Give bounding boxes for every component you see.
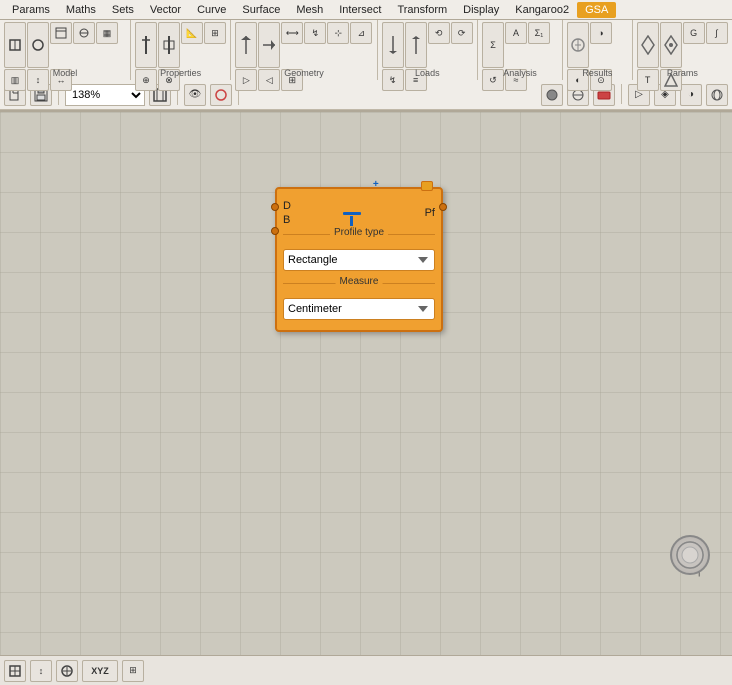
toolbar-btn-geom-6[interactable]: ⊿ [350, 22, 372, 44]
menu-sets[interactable]: Sets [104, 2, 142, 18]
menu-surface[interactable]: Surface [234, 2, 288, 18]
node-indicator [421, 181, 433, 191]
toolbar-btn-results-1[interactable] [567, 22, 589, 68]
status-btn-3[interactable] [56, 660, 78, 682]
toolbar-btn-model-3[interactable] [50, 22, 72, 44]
node-label-b: B [283, 214, 291, 226]
toolbar-btn-model-5[interactable]: ▦ [96, 22, 118, 44]
menu-params[interactable]: Params [4, 2, 58, 18]
node-label-d: D [283, 200, 291, 212]
toolbar-buttons-geometry: ⟷ ↯ ⊹ ⊿ ▷ ◁ ⊞ [235, 22, 372, 105]
toolbar-btn-model-2[interactable] [27, 22, 49, 68]
toolbar-btn-params-1[interactable] [637, 22, 659, 68]
measure-divider: Measure [283, 283, 435, 284]
statusbar: ↕ XYZ ⊞ [0, 655, 732, 685]
toolbar-btn-loads-4[interactable]: ⟳ [451, 22, 473, 44]
profile-type-divider: Profile type [283, 234, 435, 235]
menu-display[interactable]: Display [455, 2, 507, 18]
menubar: Params Maths Sets Vector Curve Surface M… [0, 0, 732, 20]
toolbar-btn-model-1[interactable] [4, 22, 26, 68]
navigator[interactable] [670, 535, 710, 575]
toolbar-label-loads: Loads [378, 68, 477, 78]
toolbar-btn-params-2[interactable] [660, 22, 682, 68]
toolbar-btn-geom-4[interactable]: ↯ [304, 22, 326, 44]
toolbar-group-model: ▦ ▥ ↕ ↔ Model [0, 20, 131, 80]
node-label-pf: Pf [425, 207, 435, 219]
toolbar-row: ▦ ▥ ↕ ↔ Model 📐 ⊞ ⊕ ⊗ Properties [0, 20, 732, 80]
conn-dot-b[interactable] [271, 227, 279, 235]
toolbar-btn-analysis-3[interactable]: Σ₁ [528, 22, 550, 44]
toolbar-group-params: G ∫ T Params [633, 20, 732, 80]
toolbar-buttons-results: ◑ ◐ ⊙ [567, 22, 628, 105]
toolbar-btn-props-2[interactable] [158, 22, 180, 68]
toolbar-label-geometry: Geometry [231, 68, 376, 78]
toolbar-btn-geom-5[interactable]: ⊹ [327, 22, 349, 44]
toolbar-buttons-model: ▦ ▥ ↕ ↔ [4, 22, 126, 105]
toolbar-btn-geom-3[interactable]: ⟷ [281, 22, 303, 44]
status-btn-2[interactable]: ↕ [30, 660, 52, 682]
toolbar-group-results: ◑ ◐ ⊙ Results [563, 20, 633, 80]
toolbar-group-properties: 📐 ⊞ ⊕ ⊗ Properties [131, 20, 231, 80]
toolbar-buttons-params: G ∫ T [637, 22, 728, 105]
status-btn-5[interactable]: ⊞ [122, 660, 144, 682]
toolbar-btn-props-3[interactable]: 📐 [181, 22, 203, 44]
menu-kangaroo2[interactable]: Kangaroo2 [507, 2, 577, 18]
toolbar-label-properties: Properties [131, 68, 230, 78]
toolbar-buttons-loads: ⟲ ⟳ ↯ ≡ [382, 22, 473, 105]
menu-curve[interactable]: Curve [189, 2, 234, 18]
toolbar-group-loads: ⟲ ⟳ ↯ ≡ Loads [378, 20, 478, 80]
profile-type-select[interactable]: Rectangle Circle I-Section T-Section Box [283, 249, 435, 271]
menu-mesh[interactable]: Mesh [288, 2, 331, 18]
toolbar-btn-results-2[interactable]: ◑ [590, 22, 612, 44]
toolbar-btn-props-1[interactable] [135, 22, 157, 68]
menu-transform[interactable]: Transform [389, 2, 455, 18]
measure-select[interactable]: Millimeter Centimeter Meter Inch Foot [283, 298, 435, 320]
node-left-connectors [271, 203, 279, 235]
toolbar-btn-geom-2[interactable] [258, 22, 280, 68]
toolbar-btn-props-4[interactable]: ⊞ [204, 22, 226, 44]
toolbar-group-geometry: ⟷ ↯ ⊹ ⊿ ▷ ◁ ⊞ Geometry [231, 20, 377, 80]
conn-dot-d[interactable] [271, 203, 279, 211]
status-btn-1[interactable] [4, 660, 26, 682]
toolbar-label-results: Results [563, 68, 632, 78]
toolbar-buttons-properties: 📐 ⊞ ⊕ ⊗ [135, 22, 226, 105]
toolbar-btn-analysis-1[interactable]: Σ [482, 22, 504, 68]
toolbar-btn-analysis-2[interactable]: A [505, 22, 527, 44]
toolbar-btn-params-4[interactable]: ∫ [706, 22, 728, 44]
toolbar-btn-loads-1[interactable] [382, 22, 404, 68]
toolbar-btn-loads-2[interactable] [405, 22, 427, 68]
status-btn-xyz[interactable]: XYZ [82, 660, 118, 682]
node-right-connectors [439, 203, 447, 211]
toolbar-btn-model-4[interactable] [73, 22, 95, 44]
toolbar-group-analysis: Σ A Σ₁ ↺ ≈ Analysis [478, 20, 563, 80]
toolbar-btn-params-3[interactable]: G [683, 22, 705, 44]
toolbar-area: ▦ ▥ ↕ ↔ Model 📐 ⊞ ⊕ ⊗ Properties [0, 20, 732, 112]
toolbar-label-params: Params [633, 68, 732, 78]
toolbar-btn-loads-3[interactable]: ⟲ [428, 22, 450, 44]
node-card: D B + Pf Profile type Rectangle Circle I… [275, 187, 443, 332]
toolbar-label-model: Model [0, 68, 130, 78]
toolbar-label-analysis: Analysis [478, 68, 562, 78]
toolbar-btn-geom-1[interactable] [235, 22, 257, 68]
menu-vector[interactable]: Vector [142, 2, 189, 18]
conn-dot-pf[interactable] [439, 203, 447, 211]
node-labels: D B [283, 200, 291, 226]
ibeam-icon: + [343, 195, 373, 230]
toolbar-buttons-analysis: Σ A Σ₁ ↺ ≈ [482, 22, 558, 105]
node-card-header: D B + Pf [283, 195, 435, 230]
menu-gsa[interactable]: GSA [577, 2, 616, 18]
menu-intersect[interactable]: Intersect [331, 2, 389, 18]
menu-maths[interactable]: Maths [58, 2, 104, 18]
measure-label: Measure [336, 276, 383, 287]
profile-type-label: Profile type [330, 227, 388, 238]
canvas-area[interactable]: D B + Pf Profile type Rectangle Circle I… [0, 112, 732, 657]
